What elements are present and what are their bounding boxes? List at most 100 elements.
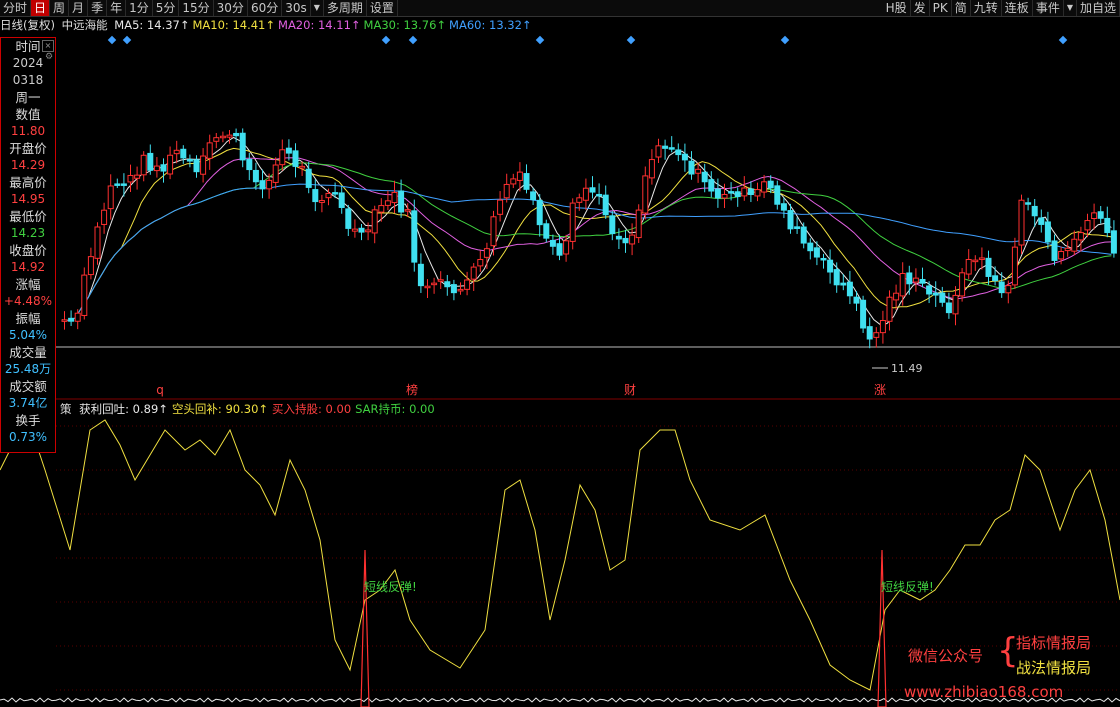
candle-body-7 bbox=[107, 185, 114, 210]
tab-7[interactable]: 5分 bbox=[153, 0, 180, 16]
candle-body-40 bbox=[325, 192, 332, 199]
tab-14[interactable]: 设置 bbox=[367, 0, 398, 16]
panel-label-9: 振幅 bbox=[15, 311, 41, 326]
candle-body-11 bbox=[134, 174, 141, 179]
candle-body-18 bbox=[180, 148, 187, 159]
tab-2[interactable]: 周 bbox=[50, 0, 70, 16]
candle-body-22 bbox=[206, 142, 213, 159]
candle-body-5 bbox=[94, 226, 101, 259]
right-tab-7[interactable]: ▼ bbox=[1064, 0, 1077, 16]
candle-body-44 bbox=[351, 228, 358, 232]
candle-body-149 bbox=[1044, 221, 1051, 243]
candle-body-138 bbox=[972, 259, 979, 263]
candle-body-100 bbox=[721, 193, 728, 199]
watermark-url: www.zhibiao168.com bbox=[904, 683, 1064, 701]
right-tab-2[interactable]: PK bbox=[930, 0, 952, 16]
tab-4[interactable]: 季 bbox=[88, 0, 108, 16]
tab-3[interactable]: 月 bbox=[69, 0, 89, 16]
ma-label-0: MA5: 14.37↑ bbox=[114, 18, 190, 32]
low-price-label: 11.49 bbox=[891, 362, 923, 375]
ma-label-2: MA20: 14.11↑ bbox=[278, 18, 361, 32]
candle-body-118 bbox=[840, 282, 847, 286]
candle-body-29 bbox=[252, 169, 259, 183]
event-marker-3: 涨 bbox=[874, 382, 886, 397]
candle-body-51 bbox=[398, 190, 405, 213]
candle-body-24 bbox=[219, 135, 226, 139]
candle-body-65 bbox=[490, 216, 497, 247]
candle-body-139 bbox=[978, 257, 985, 260]
candle-body-1 bbox=[68, 317, 75, 322]
candle-body-145 bbox=[1018, 199, 1025, 246]
tab-10[interactable]: 60分 bbox=[248, 0, 283, 16]
right-tab-6[interactable]: 事件 bbox=[1033, 0, 1064, 16]
candle-body-66 bbox=[497, 199, 504, 215]
candle-body-124 bbox=[879, 320, 886, 334]
candle-body-13 bbox=[147, 152, 154, 171]
tab-6[interactable]: 1分 bbox=[126, 0, 153, 16]
watermark-wechat: 微信公众号 bbox=[908, 647, 984, 665]
candle-body-83 bbox=[609, 215, 616, 235]
candle-body-10 bbox=[127, 174, 134, 183]
candle-body-32 bbox=[272, 164, 279, 183]
candle-body-95 bbox=[688, 160, 695, 175]
gear-icon[interactable]: ⚙ bbox=[44, 52, 54, 62]
candle-body-97 bbox=[701, 171, 708, 183]
tab-13[interactable]: 多周期 bbox=[324, 0, 367, 16]
candle-body-88 bbox=[642, 175, 649, 214]
candle-body-73 bbox=[543, 223, 550, 239]
candle-body-35 bbox=[292, 150, 299, 167]
right-tab-8[interactable]: 加自选 bbox=[1077, 0, 1120, 16]
signal-diamond-6 bbox=[780, 35, 790, 45]
candle-body-46 bbox=[365, 229, 372, 233]
candle-body-37 bbox=[305, 168, 312, 188]
right-tab-0[interactable]: H股 bbox=[883, 0, 911, 16]
tab-1[interactable]: 日 bbox=[31, 0, 51, 16]
tab-5[interactable]: 年 bbox=[107, 0, 127, 16]
tab-9[interactable]: 30分 bbox=[214, 0, 248, 16]
panel-value-9: 5.04% bbox=[8, 328, 48, 342]
candle-body-93 bbox=[675, 149, 682, 156]
right-tab-3[interactable]: 简 bbox=[952, 0, 971, 16]
panel-value-7: 14.92 bbox=[10, 260, 46, 274]
candle-body-155 bbox=[1084, 220, 1091, 231]
candle-body-128 bbox=[906, 272, 913, 285]
candle-body-134 bbox=[945, 302, 952, 314]
candle-body-143 bbox=[1005, 285, 1012, 294]
signal-diamond-1 bbox=[122, 35, 132, 45]
stock-name: 中远海能 bbox=[61, 18, 108, 32]
candle-body-109 bbox=[780, 203, 787, 211]
candle-body-142 bbox=[998, 281, 1005, 294]
candle-body-122 bbox=[866, 326, 873, 340]
tab-0[interactable]: 分时 bbox=[0, 0, 32, 16]
candle-body-159 bbox=[1110, 230, 1117, 254]
candle-body-2 bbox=[74, 312, 81, 322]
candle-body-105 bbox=[754, 189, 761, 197]
candle-body-20 bbox=[193, 159, 200, 173]
candle-body-127 bbox=[899, 272, 906, 297]
kline-chart-area[interactable]: 11.49 q 榜 财 涨短线反弹! 短线反弹! bbox=[0, 0, 1120, 707]
right-tab-1[interactable]: 发 bbox=[911, 0, 930, 16]
right-tab-5[interactable]: 连板 bbox=[1002, 0, 1033, 16]
tab-11[interactable]: 30s bbox=[282, 0, 311, 16]
candle-body-130 bbox=[919, 278, 926, 284]
candle-body-68 bbox=[510, 178, 517, 185]
signal-diamond-7 bbox=[1058, 35, 1068, 45]
rebound-text-0: 短线反弹! bbox=[364, 580, 417, 594]
candle-body-59 bbox=[450, 284, 457, 294]
panel-label-10: 成交量 bbox=[9, 345, 47, 360]
candle-body-140 bbox=[985, 257, 992, 277]
tab-8[interactable]: 15分 bbox=[179, 0, 214, 16]
candle-body-98 bbox=[708, 179, 715, 192]
candle-body-38 bbox=[312, 189, 319, 203]
tab-12[interactable]: ▼ bbox=[311, 0, 324, 16]
candle-body-4 bbox=[87, 256, 94, 276]
candle-body-41 bbox=[332, 192, 339, 195]
candle-body-153 bbox=[1071, 238, 1078, 252]
candle-body-74 bbox=[549, 239, 556, 247]
right-tab-4[interactable]: 九转 bbox=[971, 0, 1002, 16]
close-icon[interactable]: × bbox=[42, 40, 54, 52]
event-marker-0: q bbox=[156, 383, 164, 397]
watermark-line2: 战法情报局 bbox=[1016, 659, 1092, 677]
candle-body-70 bbox=[523, 173, 530, 190]
rebound-text-1: 短线反弹! bbox=[881, 580, 934, 594]
